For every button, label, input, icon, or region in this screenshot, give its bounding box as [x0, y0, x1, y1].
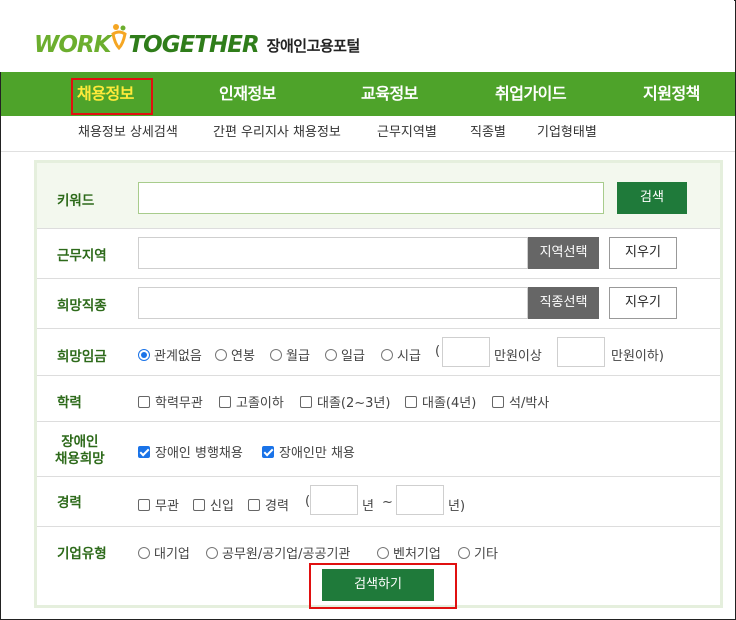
nav-item-support-policy[interactable]: 지원정책 [643, 72, 700, 116]
region-row: 근무지역 지역선택 지우기 [37, 229, 720, 279]
education-label: 학력 [57, 395, 82, 411]
career-min-years-input[interactable] [310, 485, 358, 515]
company-option-venture[interactable]: 벤처기업 [377, 543, 441, 562]
wage-option-hourly[interactable]: 시급 [381, 345, 421, 364]
region-select-button[interactable]: 지역선택 [528, 237, 599, 269]
logo-text-together: TOGETHER [128, 32, 259, 58]
wage-max-suffix: 만원이하) [611, 349, 664, 364]
checkbox-icon [138, 395, 150, 408]
keyword-input[interactable] [138, 182, 604, 214]
region-input[interactable] [138, 237, 528, 269]
nav-item-jobs[interactable]: 채용정보 [71, 72, 153, 116]
career-option-experienced[interactable]: 경력 [248, 495, 289, 514]
career-option-any[interactable]: 무관 [138, 495, 179, 514]
radio-icon [215, 348, 227, 361]
keyword-label: 키워드 [57, 193, 95, 209]
radio-icon [206, 546, 218, 559]
education-option-university[interactable]: 대졸(4년) [405, 392, 476, 411]
wage-min-suffix: 만원이상 [494, 349, 542, 364]
wage-option-monthly[interactable]: 월급 [270, 345, 310, 364]
education-option-graduate[interactable]: 석/박사 [492, 392, 549, 411]
checkbox-icon [492, 395, 504, 408]
wage-paren-open: ( [435, 344, 441, 359]
nav-item-talent[interactable]: 인재정보 [219, 72, 276, 116]
job-label: 희망직종 [57, 298, 107, 314]
disability-row: 장애인 채용희망 장애인 병행채용 장애인만 채용 [37, 422, 720, 477]
logo-text-work: WORK [34, 32, 111, 58]
wage-max-input[interactable] [557, 337, 605, 367]
region-clear-button[interactable]: 지우기 [609, 237, 677, 269]
site-header: WORK TOGETHER 장애인고용포털 [0, 0, 734, 72]
wage-label: 희망임금 [57, 349, 107, 365]
search-submit-button[interactable]: 검색하기 [322, 569, 434, 601]
disability-option-only[interactable]: 장애인만 채용 [262, 442, 355, 461]
keyword-search-button[interactable]: 검색 [617, 182, 687, 214]
job-input[interactable] [138, 287, 528, 319]
career-tilde: ~ [382, 495, 393, 510]
subnav-by-job-type[interactable]: 직종별 [470, 116, 506, 150]
career-max-years-input[interactable] [396, 485, 444, 515]
subnav-by-region[interactable]: 근무지역별 [377, 116, 437, 150]
wage-option-any[interactable]: 관계없음 [138, 345, 202, 364]
career-label: 경력 [57, 495, 82, 511]
subnav-by-company-type[interactable]: 기업형태별 [537, 116, 597, 150]
checkbox-checked-icon [262, 445, 274, 458]
job-select-button[interactable]: 직종선택 [528, 287, 599, 319]
wage-option-annual[interactable]: 연봉 [215, 345, 255, 364]
wage-row: 희망임금 관계없음 연봉 월급 일급 시급 ( 만원이상 만원이하) [37, 329, 720, 376]
radio-icon [458, 546, 470, 559]
radio-icon [381, 348, 393, 361]
checkbox-checked-icon [138, 445, 150, 458]
nav-item-job-guide[interactable]: 취업가이드 [495, 72, 567, 116]
job-row: 희망직종 직종선택 지우기 [37, 279, 720, 329]
job-clear-button[interactable]: 지우기 [609, 287, 677, 319]
radio-icon [270, 348, 282, 361]
wage-min-input[interactable] [442, 337, 490, 367]
disability-label: 장애인 채용희망 [55, 434, 105, 467]
radio-icon [325, 348, 337, 361]
nav-item-education[interactable]: 교육정보 [361, 72, 418, 116]
logo-wordmark: WORK TOGETHER [34, 22, 260, 60]
main-nav: 채용정보 인재정보 교육정보 취업가이드 지원정책 [1, 72, 735, 116]
radio-icon [138, 546, 150, 559]
checkbox-icon [300, 395, 312, 408]
search-form: 키워드 검색 근무지역 지역선택 지우기 희망직종 직종선택 지우기 희망임금 … [34, 160, 723, 608]
checkbox-icon [248, 498, 260, 511]
radio-icon [377, 546, 389, 559]
company-option-public[interactable]: 공무원/공기업/공공기관 [206, 543, 350, 562]
site-logo[interactable]: WORK TOGETHER 장애인고용포털 [34, 24, 361, 60]
logo-people-icon [111, 22, 128, 52]
checkbox-icon [219, 395, 231, 408]
education-option-highschool[interactable]: 고졸이하 [219, 392, 284, 411]
career-row: 경력 무관 신입 경력 ( 년 ~ 년) [37, 477, 720, 527]
radio-selected-icon [138, 348, 150, 361]
subnav-branch-jobs[interactable]: 간편 우리지사 채용정보 [213, 116, 341, 150]
checkbox-icon [405, 395, 417, 408]
subnav-detail-search[interactable]: 채용정보 상세검색 [78, 116, 178, 150]
education-row: 학력 학력무관 고졸이하 대졸(2~3년) 대졸(4년) 석/박사 [37, 376, 720, 422]
company-option-other[interactable]: 기타 [458, 543, 498, 562]
sub-nav: 채용정보 상세검색 간편 우리지사 채용정보 근무지역별 직종별 기업형태별 [1, 116, 735, 152]
career-option-new[interactable]: 신입 [193, 495, 234, 514]
checkbox-icon [193, 498, 205, 511]
site-name: 장애인고용포털 [266, 37, 361, 55]
company-type-label: 기업유형 [57, 546, 107, 562]
region-label: 근무지역 [57, 248, 107, 264]
disability-option-parallel[interactable]: 장애인 병행채용 [138, 442, 243, 461]
wage-option-daily[interactable]: 일급 [325, 345, 365, 364]
career-year-label: 년 [362, 499, 374, 514]
career-year-close: 년) [448, 499, 466, 514]
education-option-college[interactable]: 대졸(2~3년) [300, 392, 390, 411]
checkbox-icon [138, 498, 150, 511]
company-option-large[interactable]: 대기업 [138, 543, 190, 562]
education-option-any[interactable]: 학력무관 [138, 392, 203, 411]
keyword-row: 키워드 검색 [37, 163, 720, 229]
